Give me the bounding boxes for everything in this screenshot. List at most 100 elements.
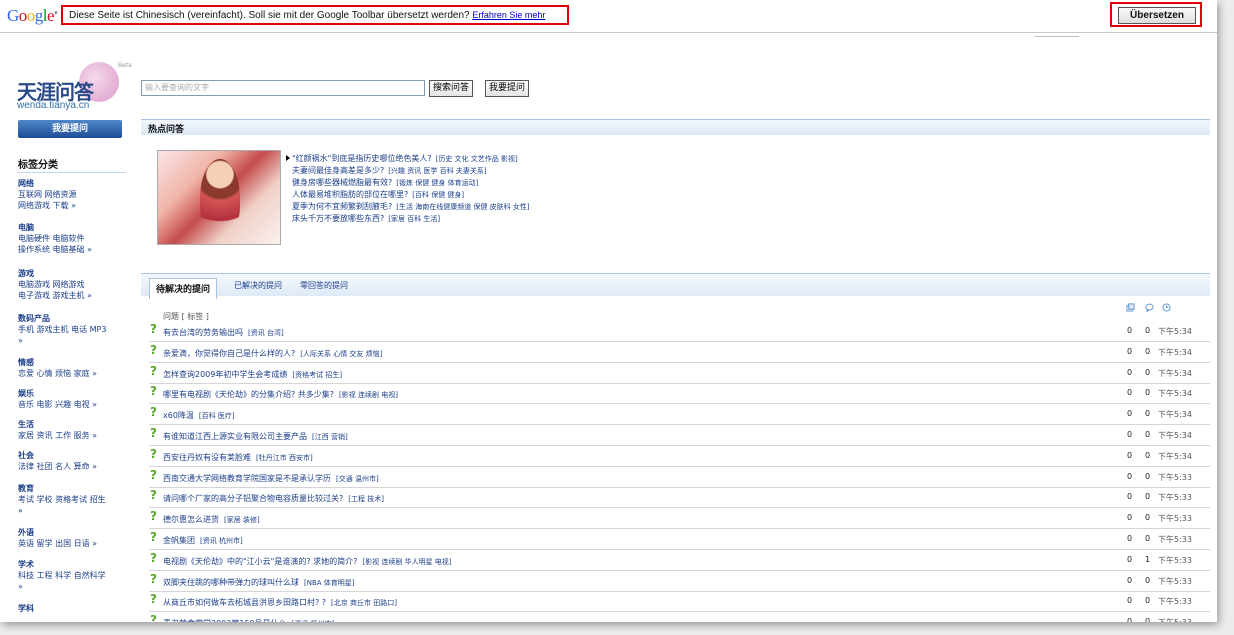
- hot-thumbnail-image[interactable]: [157, 150, 281, 245]
- sidebar-category-title[interactable]: 生活: [18, 419, 143, 430]
- translate-button[interactable]: Übersetzen: [1118, 7, 1196, 24]
- question-link[interactable]: 亲爱滴，你觉得你自己是什么样的人?: [163, 349, 295, 358]
- table-row: ? 怎样查询2009年初中学生会考成绩 [资格考试 招生] 0 0 下午5:34: [149, 364, 1210, 384]
- question-tags[interactable]: [资讯 杭州市]: [200, 537, 243, 545]
- question-link[interactable]: 怎样查询2009年初中学生会考成绩: [163, 370, 287, 379]
- sidebar-category-links[interactable]: »: [18, 505, 143, 516]
- hot-question-link[interactable]: "红颜祸水"到底是指历史哪位绝色美人?: [292, 154, 432, 163]
- question-link[interactable]: 西南交通大学网络教育学院国家是不是承认学历: [163, 474, 331, 483]
- answer-count: 0: [1127, 554, 1133, 564]
- question-link[interactable]: 请问哪个厂家的高分子铝聚合物电容质量比较过关?: [163, 494, 343, 503]
- question-link[interactable]: 电视剧《天伦劫》中的"江小云"是谁演的? 求她的简介?: [163, 557, 357, 566]
- sidebar-category-links[interactable]: 电子游戏 游戏主机 »: [18, 290, 143, 301]
- question-cell: 请问哪个厂家的高分子铝聚合物电容质量比较过关? [工程 技术]: [163, 493, 384, 504]
- site-logo[interactable]: Beta 天涯问答 wenda.tianya.cn: [17, 60, 135, 118]
- search-button[interactable]: 搜索问答: [429, 80, 474, 97]
- question-link[interactable]: x60降温: [163, 411, 194, 420]
- question-link[interactable]: 青卫营食堂学2002第159号是什么: [163, 619, 287, 622]
- sidebar-category-title[interactable]: 社会: [18, 450, 143, 461]
- sidebar-category-links[interactable]: 手机 游戏主机 电话 MP3: [18, 324, 143, 335]
- divider: [1035, 36, 1079, 37]
- sidebar-category-links[interactable]: 法律 社团 名人 算命 »: [18, 461, 143, 472]
- sidebar-category-title[interactable]: 学术: [18, 559, 143, 570]
- sidebar-category-links[interactable]: »: [18, 335, 143, 346]
- question-time: 下午5:33: [1158, 617, 1192, 622]
- sidebar-category-title[interactable]: 情感: [18, 357, 143, 368]
- sidebar-category-title[interactable]: 外语: [18, 527, 143, 538]
- question-tags[interactable]: [家居 装修]: [224, 516, 260, 524]
- sidebar-category-title[interactable]: 数码产品: [18, 313, 143, 324]
- table-row: ? 西南交通大学网络教育学院国家是不是承认学历 [交通 温州市] 0 0 下午5:33: [149, 468, 1210, 488]
- sidebar-category-links[interactable]: 科技 工程 科学 自然科学: [18, 570, 143, 581]
- sidebar-category-title[interactable]: 学科: [18, 603, 143, 614]
- tab-solved[interactable]: 已解决的提问: [234, 280, 282, 291]
- comment-count: 0: [1145, 346, 1151, 356]
- question-tags[interactable]: [牡丹江市 西安市]: [256, 454, 313, 462]
- question-tags[interactable]: [影视 连续剧 华人明星 电视]: [362, 558, 451, 566]
- sidebar-category-title[interactable]: 网络: [18, 178, 143, 189]
- hot-question-tags[interactable]: [百科 保健 健身]: [412, 191, 464, 199]
- hot-question-item: 床头千万不要放哪些东西? [家居 百科 生活]: [286, 213, 530, 225]
- question-link[interactable]: 金帆集团: [163, 536, 195, 545]
- question-tags[interactable]: [百科 医疗]: [199, 412, 235, 420]
- sidebar-category-links[interactable]: »: [18, 581, 143, 592]
- sidebar-category-links[interactable]: 音乐 电影 兴趣 电视 »: [18, 399, 143, 410]
- question-tags[interactable]: [工程 技术]: [348, 495, 384, 503]
- table-row: ? 亲爱滴，你觉得你自己是什么样的人? [人际关系 心情 交友 烦恼] 0 0 下午5:3…: [149, 343, 1210, 363]
- answer-count: 0: [1127, 513, 1133, 523]
- question-tags[interactable]: [资格考试 招生]: [292, 371, 342, 379]
- question-link[interactable]: 德尔惠怎么进货: [163, 515, 219, 524]
- hot-question-tags[interactable]: [历史 文化 文艺作品 影视]: [436, 155, 518, 163]
- question-link[interactable]: 有去台湾的劳务输出吗: [163, 328, 243, 337]
- question-link[interactable]: 双脚夹住跳的哪种带弹力的球叫什么球: [163, 578, 299, 587]
- tab-unsolved[interactable]: 待解决的提问: [149, 278, 218, 299]
- hot-question-tags[interactable]: [兴趣 资讯 医学 百科 夫妻关系]: [388, 167, 486, 175]
- question-time: 下午5:34: [1158, 368, 1192, 378]
- sidebar-category-links[interactable]: 考试 学校 资格考试 招生: [18, 494, 143, 505]
- sidebar-category-links[interactable]: 网络游戏 下载 »: [18, 200, 143, 211]
- sidebar-category-links[interactable]: 互联网 网络资源: [18, 189, 143, 200]
- hot-question-tags[interactable]: [家居 百科 生活]: [388, 215, 440, 223]
- question-tags[interactable]: [交通 温州市]: [336, 475, 379, 483]
- sidebar-category-title[interactable]: 娱乐: [18, 388, 143, 399]
- question-mark-icon: ?: [150, 550, 157, 565]
- question-cell: 有谁知道江西上源实业有限公司主要产品 [江西 营销]: [163, 431, 348, 442]
- answer-count: 0: [1127, 409, 1133, 419]
- question-tags[interactable]: [NBA 体育明星]: [304, 579, 355, 587]
- hot-question-link[interactable]: 床头千万不要放哪些东西?: [292, 214, 384, 223]
- question-tags[interactable]: [人际关系 心情 交友 烦恼]: [300, 350, 382, 358]
- hot-question-link[interactable]: 人体最易堆积脂肪的部位在哪里?: [292, 190, 408, 199]
- hot-question-link[interactable]: 夫妻间最佳身高差是多少?: [292, 166, 384, 175]
- ask-question-button[interactable]: 我要提问: [485, 80, 530, 97]
- question-mark-icon: ?: [150, 322, 157, 336]
- sidebar-category-title[interactable]: 教育: [18, 483, 143, 494]
- sidebar-ask-button[interactable]: 我要提问: [18, 120, 122, 138]
- question-tags[interactable]: [北京 商丘市 田路口]: [331, 599, 397, 607]
- hot-question-link[interactable]: 夏季为何不宜频繁剃刮腋毛?: [292, 202, 392, 211]
- question-link[interactable]: 从商丘市如何做车去柘城县洪恩乡田路口村? ?: [163, 598, 326, 607]
- question-tags[interactable]: [资讯 扬州市]: [292, 620, 335, 622]
- question-link[interactable]: 西安往丹奴有没有荚脸难: [163, 453, 251, 462]
- learn-more-link[interactable]: Erfahren Sie mehr: [472, 10, 545, 20]
- question-link[interactable]: 有谁知道江西上源实业有限公司主要产品: [163, 432, 307, 441]
- sidebar-category-title[interactable]: 游戏: [18, 268, 143, 279]
- hot-question-tags[interactable]: [生活 海南在线健康频道 保健 皮肤科 女性]: [396, 203, 529, 211]
- question-tags[interactable]: [江西 营销]: [312, 433, 348, 441]
- tab-zero-answers[interactable]: 零回答的提问: [300, 280, 348, 291]
- sidebar-category-links[interactable]: 恋爱 心情 烦恼 家庭 »: [18, 368, 143, 379]
- hot-question-link[interactable]: 健身房哪些器械燃脂最有效?: [292, 178, 392, 187]
- hot-question-tags[interactable]: [锻炼 保健 健身 体育运动]: [396, 179, 478, 187]
- sidebar-category-links[interactable]: 操作系统 电脑基础 »: [18, 244, 143, 255]
- sidebar-category-links[interactable]: 家居 资讯 工作 服务 »: [18, 430, 143, 441]
- sidebar-category-title[interactable]: 电脑: [18, 222, 143, 233]
- answers-count-icon: [1126, 303, 1135, 312]
- search-input[interactable]: 输入要查询的文字: [141, 80, 425, 96]
- sidebar-category-links[interactable]: 英语 留学 出国 日语 »: [18, 538, 143, 549]
- question-tags[interactable]: [资讯 台湾]: [248, 329, 284, 337]
- question-tabs: 待解决的提问 已解决的提问 零回答的提问: [141, 273, 1210, 299]
- question-link[interactable]: 哪里有电视剧《天伦劫》的分集介绍? 共多少集?: [163, 390, 334, 399]
- sidebar-category-links[interactable]: 电脑硬件 电脑软件: [18, 233, 143, 244]
- question-tags[interactable]: [影视 连续剧 电视]: [339, 391, 398, 399]
- comment-count: 0: [1145, 617, 1151, 622]
- sidebar-category-links[interactable]: 电脑游戏 网络游戏: [18, 279, 143, 290]
